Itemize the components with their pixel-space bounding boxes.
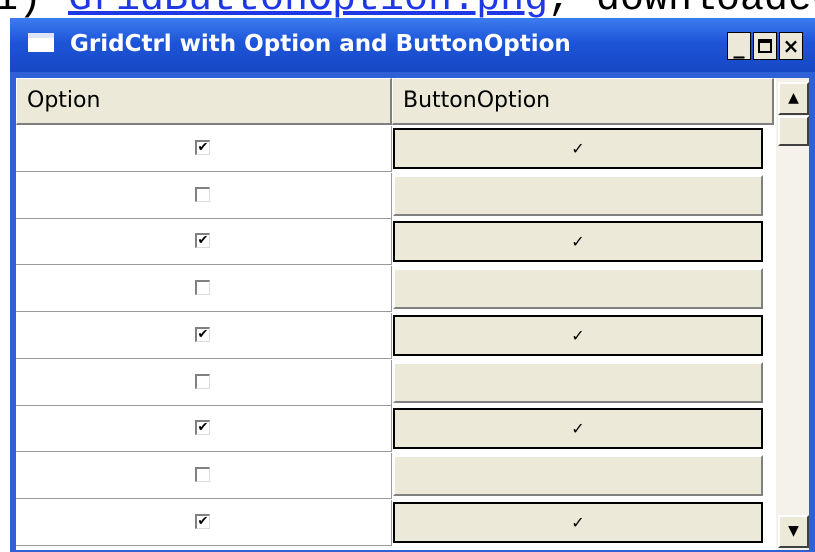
option-button[interactable]	[393, 454, 763, 496]
grid-row	[16, 172, 774, 219]
option-cell[interactable]	[16, 172, 392, 219]
grid-row	[16, 266, 774, 313]
scroll-down-arrow-icon: ▼	[788, 523, 799, 539]
column-header-option[interactable]: Option	[16, 78, 392, 125]
maximize-icon	[758, 39, 772, 53]
grid-header: Option ButtonOption	[16, 78, 774, 125]
option-button[interactable]	[393, 268, 763, 310]
caption-suffix: , downloaded	[548, 0, 815, 18]
grid-row: ✔ ✓	[16, 126, 774, 172]
maximize-button[interactable]	[753, 32, 777, 60]
minimize-icon: _	[733, 33, 745, 59]
checkbox-checked[interactable]: ✔	[195, 420, 210, 436]
scroll-down-button[interactable]: ▼	[778, 515, 809, 548]
option-cell[interactable]: ✔	[16, 406, 392, 453]
option-cell[interactable]: ✔	[16, 499, 392, 546]
option-cell[interactable]: ✔	[16, 219, 392, 266]
column-header-buttonoption[interactable]: ButtonOption	[392, 78, 774, 125]
option-button-pressed[interactable]: ✓	[393, 408, 763, 450]
grid-row	[16, 359, 774, 406]
dialog-window: GridCtrl with Option and ButtonOption _ …	[10, 18, 815, 552]
checkbox-checked[interactable]: ✔	[195, 326, 210, 342]
option-button[interactable]	[393, 174, 763, 216]
option-button-pressed[interactable]: ✓	[393, 221, 763, 263]
close-button[interactable]: ×	[779, 32, 803, 60]
option-cell[interactable]	[16, 359, 392, 406]
option-cell[interactable]	[16, 452, 392, 499]
option-button-pressed[interactable]: ✓	[393, 128, 763, 169]
grid-control: Option ButtonOption ✔ ✓ ✔ ✓ ✔ ✓ ✔ ✓ ✔ ✓ ▲ ▼	[16, 78, 809, 550]
grid-row	[16, 452, 774, 499]
checkbox-unchecked[interactable]	[195, 186, 210, 202]
vertical-scrollbar[interactable]: ▲ ▼	[776, 78, 809, 550]
option-button-pressed[interactable]: ✓	[393, 314, 763, 356]
checkbox-unchecked[interactable]	[195, 280, 210, 296]
checkbox-unchecked[interactable]	[195, 466, 210, 482]
checkbox-checked[interactable]: ✔	[195, 513, 210, 529]
grid-rows: ✔ ✓ ✔ ✓ ✔ ✓ ✔ ✓ ✔ ✓	[16, 126, 774, 550]
option-cell[interactable]: ✔	[16, 312, 392, 359]
scroll-up-button[interactable]: ▲	[778, 82, 809, 115]
option-button-pressed[interactable]: ✓	[393, 501, 763, 543]
option-cell[interactable]: ✔	[16, 126, 392, 172]
title-bar[interactable]: GridCtrl with Option and ButtonOption _ …	[10, 18, 815, 72]
grid-row: ✔ ✓	[16, 219, 774, 266]
caption-prefix: 1)	[0, 0, 42, 18]
option-cell[interactable]	[16, 266, 392, 313]
close-icon: ×	[782, 34, 800, 58]
caption-strip: 1) GridButtonOption.png , downloaded	[0, 0, 815, 18]
option-button[interactable]	[393, 361, 763, 403]
grid-row: ✔ ✓	[16, 499, 774, 546]
caption-link[interactable]: GridButtonOption.png	[68, 0, 548, 18]
grid-row: ✔ ✓	[16, 406, 774, 453]
scroll-up-arrow-icon: ▲	[788, 90, 799, 106]
grid-row: ✔ ✓	[16, 312, 774, 359]
window-app-icon	[28, 33, 54, 52]
checkbox-checked[interactable]: ✔	[195, 140, 210, 155]
window-title: GridCtrl with Option and ButtonOption	[70, 31, 571, 57]
scroll-thumb[interactable]	[778, 116, 809, 146]
checkbox-unchecked[interactable]	[195, 373, 210, 389]
checkbox-checked[interactable]: ✔	[195, 233, 210, 249]
minimize-button[interactable]: _	[727, 32, 751, 60]
